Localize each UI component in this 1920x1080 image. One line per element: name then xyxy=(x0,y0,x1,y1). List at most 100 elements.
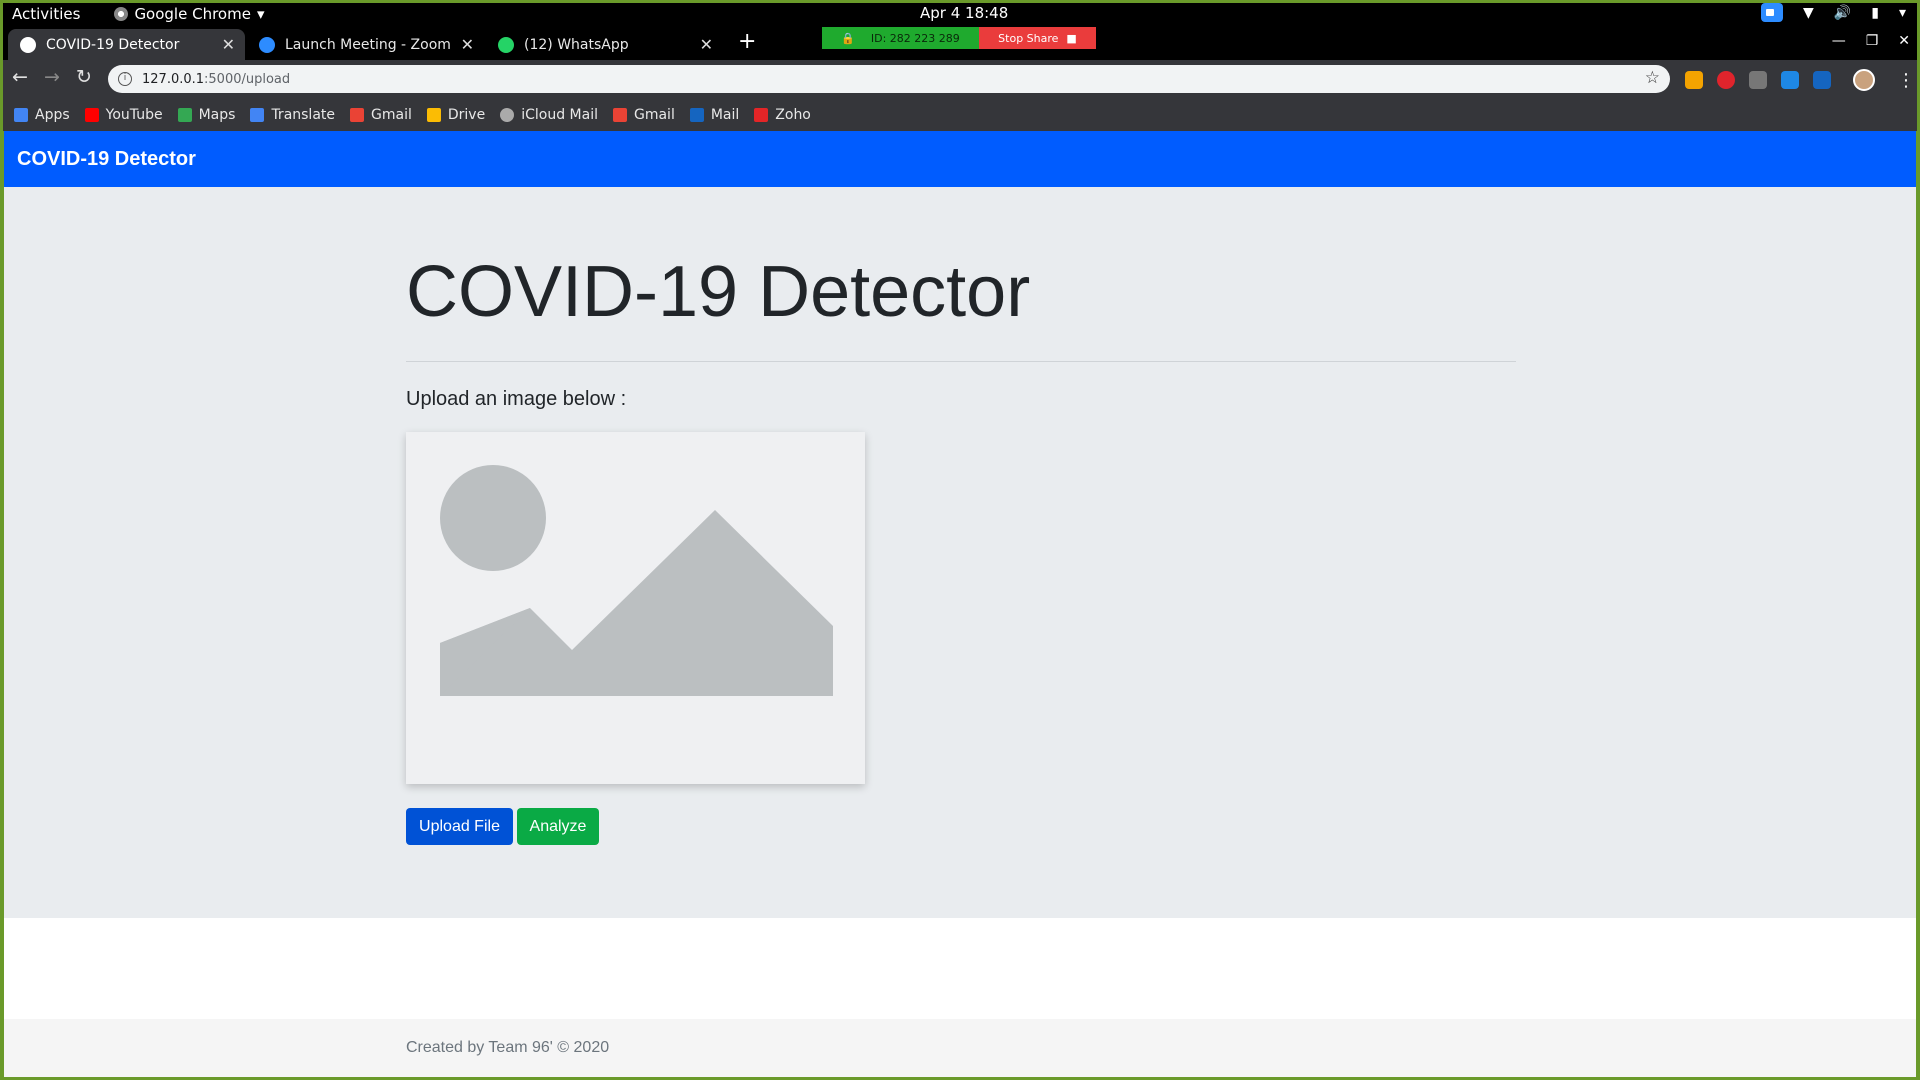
extension-icon[interactable] xyxy=(1749,71,1767,89)
bookmark-label: YouTube xyxy=(105,106,163,123)
extension-icon[interactable] xyxy=(1813,71,1831,89)
bookmark-label: Mail xyxy=(710,106,740,123)
tab-title: Launch Meeting - Zoom xyxy=(285,36,451,53)
bookmark-gmail[interactable]: Gmail xyxy=(350,107,412,123)
bookmark-label: Gmail xyxy=(633,106,675,123)
system-clock[interactable]: Apr 4 18:48 xyxy=(920,4,1008,22)
zoho-icon xyxy=(754,107,769,122)
new-tab-button[interactable]: + xyxy=(738,29,756,54)
tab-strip: COVID-19 Detector ✕ Launch Meeting - Zoo… xyxy=(0,27,1920,60)
image-preview xyxy=(406,432,865,784)
stop-share-button[interactable]: Stop Share ■ xyxy=(979,27,1096,49)
bookmarks-bar: Apps YouTube Maps Translate Gmail Drive … xyxy=(0,98,1920,131)
lock-icon: 🔒 xyxy=(841,31,855,45)
divider xyxy=(406,361,1516,362)
address-bar[interactable]: i 127.0.0.1 :5000/upload ☆ xyxy=(108,65,1670,93)
apps-grid-icon xyxy=(14,107,28,122)
bookmark-youtube[interactable]: YouTube xyxy=(84,106,163,123)
bookmark-mail[interactable]: Mail xyxy=(689,106,740,123)
chevron-down-icon: ▾ xyxy=(256,4,265,23)
activities-button[interactable]: Activities xyxy=(12,5,80,23)
page-title: COVID-19 Detector xyxy=(406,252,1031,332)
close-icon[interactable]: ✕ xyxy=(700,35,713,54)
system-tray[interactable]: ▼ 🔊 ▮ ▾ xyxy=(1761,3,1906,22)
app-menu-label: Google Chrome xyxy=(134,4,251,23)
tab-whatsapp[interactable]: (12) WhatsApp ✕ xyxy=(486,29,723,60)
battery-icon: ▮ xyxy=(1871,4,1879,21)
stop-icon: ■ xyxy=(1066,31,1077,45)
jumbotron: COVID-19 Detector Upload an image below … xyxy=(4,187,1916,918)
zoom-share-bar: 🔒 ID: 282 223 289 Stop Share ■ xyxy=(822,27,1096,49)
bookmark-label: Zoho xyxy=(775,106,811,123)
bookmark-label: Drive xyxy=(447,106,486,123)
footer: Created by Team 96' © 2020 xyxy=(4,1019,1916,1077)
browser-toolbar: ← → ↻ i 127.0.0.1 :5000/upload ☆ ⋮ xyxy=(0,60,1920,98)
bookmark-label: iCloud Mail xyxy=(521,106,598,123)
extensions: ⋮ xyxy=(1685,69,1915,91)
back-icon[interactable]: ← xyxy=(12,66,28,88)
maps-icon xyxy=(177,107,192,122)
tab-covid-detector[interactable]: COVID-19 Detector ✕ xyxy=(8,29,245,60)
zoom-meeting-id[interactable]: 🔒 ID: 282 223 289 xyxy=(822,27,979,49)
analyze-button[interactable]: Analyze xyxy=(517,808,599,845)
gmail-icon xyxy=(612,107,627,122)
extension-icon[interactable] xyxy=(1781,71,1799,89)
extension-icon[interactable] xyxy=(1717,71,1735,89)
volume-icon: 🔊 xyxy=(1833,4,1852,21)
bookmark-label: Apps xyxy=(35,106,70,123)
zoom-tray-icon[interactable] xyxy=(1761,3,1784,22)
bookmark-star-icon[interactable]: ☆ xyxy=(1645,68,1660,88)
extension-icon[interactable] xyxy=(1685,71,1703,89)
chevron-down-icon: ▾ xyxy=(1898,4,1906,21)
bookmark-label: Translate xyxy=(271,106,336,123)
url-host: 127.0.0.1 xyxy=(142,71,205,87)
profile-avatar[interactable] xyxy=(1853,69,1875,91)
minimize-icon[interactable]: — xyxy=(1832,33,1846,49)
whatsapp-icon xyxy=(498,36,514,53)
upload-file-button[interactable]: Upload File xyxy=(406,808,513,845)
url-path: :5000/upload xyxy=(204,71,291,87)
bookmark-apps[interactable]: Apps xyxy=(14,107,70,123)
footer-text: Created by Team 96' © 2020 xyxy=(406,1039,610,1056)
drive-icon xyxy=(426,107,441,122)
apple-icon xyxy=(500,107,515,122)
forward-icon[interactable]: → xyxy=(44,66,60,88)
page-spacer xyxy=(4,918,1916,1019)
system-top-bar: Activities Google Chrome ▾ Apr 4 18:48 ▼… xyxy=(0,0,1920,27)
close-window-icon[interactable]: ✕ xyxy=(1898,33,1910,49)
bookmark-maps[interactable]: Maps xyxy=(177,106,236,123)
menu-kebab-icon[interactable]: ⋮ xyxy=(1897,70,1915,91)
tab-zoom[interactable]: Launch Meeting - Zoom ✕ xyxy=(247,29,484,60)
window-controls: — ❐ ✕ xyxy=(1832,33,1910,49)
restore-icon[interactable]: ❐ xyxy=(1866,33,1879,49)
image-placeholder-icon xyxy=(440,465,833,696)
site-navbar: COVID-19 Detector xyxy=(4,131,1916,187)
bookmark-gmail-2[interactable]: Gmail xyxy=(612,106,675,123)
app-menu[interactable]: Google Chrome ▾ xyxy=(114,5,264,23)
close-icon[interactable]: ✕ xyxy=(461,35,474,54)
bookmark-icloud-mail[interactable]: iCloud Mail xyxy=(500,107,598,123)
translate-icon xyxy=(250,107,265,122)
tab-title: (12) WhatsApp xyxy=(524,36,629,53)
chrome-icon xyxy=(114,6,129,21)
globe-icon xyxy=(20,36,36,53)
mail-icon xyxy=(689,107,704,122)
upload-instructions: Upload an image below : xyxy=(406,388,627,410)
page-viewport: COVID-19 Detector COVID-19 Detector Uplo… xyxy=(3,131,1917,1077)
bookmark-drive[interactable]: Drive xyxy=(426,106,486,123)
zoom-icon xyxy=(259,36,275,53)
gmail-icon xyxy=(350,107,365,122)
wifi-icon: ▼ xyxy=(1803,4,1814,21)
bookmark-translate[interactable]: Translate xyxy=(250,107,335,123)
bookmark-label: Maps xyxy=(198,106,236,123)
meeting-id-label: ID: 282 223 289 xyxy=(870,31,960,45)
stop-share-label: Stop Share xyxy=(998,31,1059,45)
info-icon[interactable]: i xyxy=(118,72,132,86)
navbar-brand[interactable]: COVID-19 Detector xyxy=(17,148,196,171)
bookmark-zoho[interactable]: Zoho xyxy=(754,107,811,123)
tab-title: COVID-19 Detector xyxy=(46,36,180,53)
reload-icon[interactable]: ↻ xyxy=(76,66,92,88)
bookmark-label: Gmail xyxy=(371,106,412,123)
youtube-icon xyxy=(84,107,99,122)
close-icon[interactable]: ✕ xyxy=(222,35,235,54)
